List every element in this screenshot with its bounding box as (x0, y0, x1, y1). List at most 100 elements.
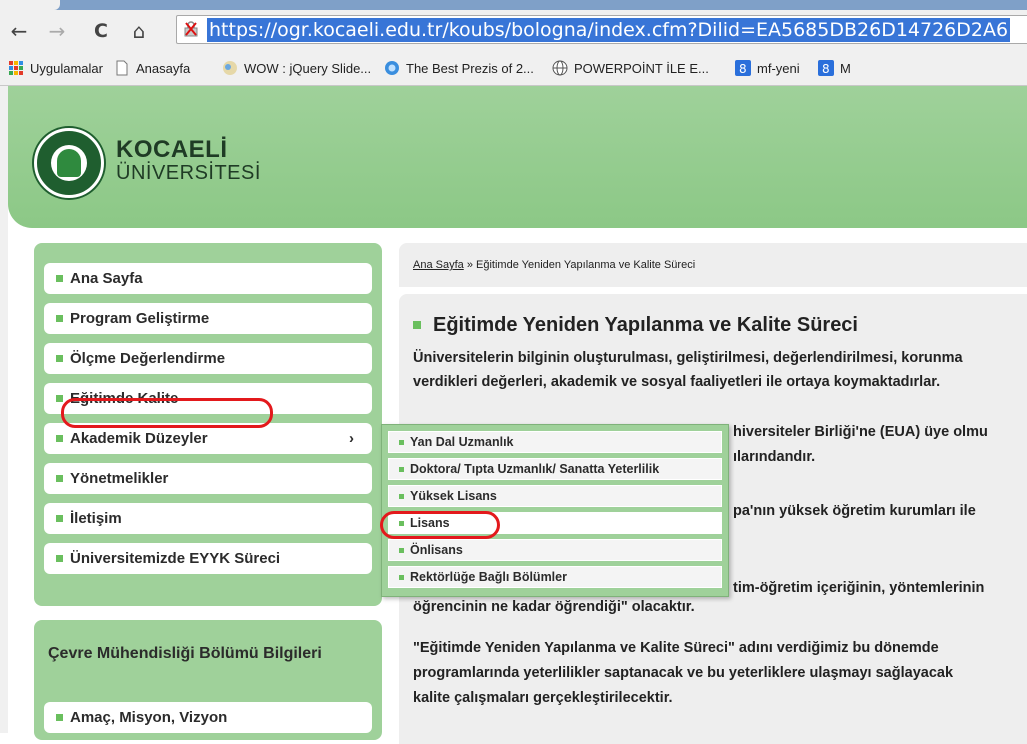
sidebar-item-iletisim[interactable]: İletişim (44, 503, 372, 534)
submenu-item-label: Doktora/ Tıpta Uzmanlık/ Sanatta Yeterli… (410, 462, 660, 476)
bookmark-apps[interactable]: Uygulamalar (8, 57, 103, 79)
sidebar-item-yonetmelikler[interactable]: Yönetmelikler (44, 463, 372, 494)
submenu-item-rektorluge-bagli[interactable]: Rektörlüğe Bağlı Bölümler (388, 566, 722, 588)
submenu-item-label: Önlisans (410, 543, 463, 557)
home-button[interactable]: ⌂ (126, 18, 152, 44)
sidebar-item-label: Amaç, Misyon, Vizyon (70, 709, 228, 726)
sidebar-item-eyyk-sureci[interactable]: Üniversitemizde EYYK Süreci (44, 543, 372, 574)
sidebar-item-amac-misyon-vizyon[interactable]: Amaç, Misyon, Vizyon (44, 702, 372, 733)
bullet-icon (399, 494, 404, 499)
bookmark-label: The Best Prezis of 2... (406, 60, 534, 76)
bullet-icon (56, 475, 63, 482)
paragraph-line: kalite çalışmaları gerçekleştirilecektir… (413, 690, 673, 706)
address-bar[interactable]: https://ogr.kocaeli.edu.tr/koubs/bologna… (176, 15, 1027, 44)
page-title-text: Eğitimde Yeniden Yapılanma ve Kalite Sür… (433, 314, 858, 336)
globe-icon (552, 60, 568, 76)
submenu-item-yan-dal[interactable]: Yan Dal Uzmanlık (388, 431, 722, 453)
bookmark-prezi[interactable]: The Best Prezis of 2... (384, 57, 534, 79)
sidebar-item-label: Akademik Düzeyler (70, 430, 208, 447)
paragraph-line: öğrencinin ne kadar öğrendiği" olacaktır… (413, 599, 695, 615)
bookmark-anasayfa[interactable]: Anasayfa (114, 57, 190, 79)
active-tab[interactable] (0, 0, 60, 10)
wow-icon (223, 61, 237, 75)
bullet-icon (399, 548, 404, 553)
bullet-icon (56, 275, 63, 282)
bookmark-label: Uygulamalar (30, 60, 103, 76)
back-button[interactable]: ← (6, 18, 32, 44)
paragraph-line: Üniversitelerin bilginin oluşturulması, … (413, 350, 963, 366)
bookmark-label: WOW : jQuery Slide... (244, 60, 372, 76)
forward-button[interactable]: → (44, 18, 70, 44)
bullet-icon (56, 435, 63, 442)
bullet-icon (56, 515, 63, 522)
svg-text:8: 8 (739, 62, 747, 76)
sidebar-item-label: Ölçme Değerlendirme (70, 350, 226, 367)
bookmark-mf-yeni[interactable]: 8 mf-yeni (735, 57, 800, 79)
bookmark-powerpoint[interactable]: POWERPOİNT İLE E... (552, 57, 709, 79)
page-icon (116, 60, 128, 76)
bullet-icon (399, 440, 404, 445)
browser-toolbar: ← → C ⌂ https://ogr.kocaeli.edu.tr/koubs… (0, 10, 1027, 50)
sidebar-item-label: Yönetmelikler (70, 470, 169, 487)
department-info-title: Çevre Mühendisliği Bölümü Bilgileri (48, 645, 322, 662)
bullet-icon (399, 467, 404, 472)
site-subtitle[interactable]: ÜNİVERSİTESİ (116, 162, 261, 185)
google-sites-icon: 8 (818, 60, 834, 76)
paragraph-line: tim-öğretim içeriğinin, yöntemlerinin (733, 580, 985, 596)
breadcrumb-current: Eğitimde Yeniden Yapılanma ve Kalite Sür… (476, 259, 696, 271)
tab-strip (0, 0, 1027, 10)
reload-button[interactable]: C (88, 18, 114, 44)
university-seal-logo[interactable] (34, 128, 104, 198)
bookmark-label: Anasayfa (136, 60, 191, 76)
sidebar-item-label: Ana Sayfa (70, 270, 143, 287)
paragraph-line: hiversiteler Birliği'ne (EUA) üye olmu (733, 424, 988, 440)
submenu-item-onlisans[interactable]: Önlisans (388, 539, 722, 561)
sidebar-item-olcme-degerlendirme[interactable]: Ölçme Değerlendirme (44, 343, 372, 374)
bookmark-label: M (840, 60, 851, 76)
apps-grid-icon (9, 61, 23, 75)
bullet-icon (56, 315, 63, 322)
insecure-lock-icon[interactable] (183, 21, 199, 37)
sidebar-item-label: Üniversitemizde EYYK Süreci (70, 550, 281, 567)
breadcrumb: Ana Sayfa » Eğitimde Yeniden Yapılanma v… (413, 259, 695, 271)
bookmarks-bar: Uygulamalar Anasayfa WOW : jQuery Slide.… (0, 50, 1027, 86)
paragraph-line: ılarındandır. (733, 449, 816, 465)
paragraph-line: pa'nın yüksek öğretim kurumları ile (733, 503, 976, 519)
web-page: KOCAELİ ÜNİVERSİTESİ Ana Sayfa Program G… (0, 86, 1027, 744)
bullet-icon (413, 321, 421, 329)
bullet-icon (56, 355, 63, 362)
submenu-item-label: Yüksek Lisans (410, 489, 497, 503)
bullet-icon (399, 575, 404, 580)
sidebar-item-label: İletişim (70, 510, 122, 527)
url-text[interactable]: https://ogr.kocaeli.edu.tr/koubs/bologna… (207, 18, 1011, 42)
page-title: Eğitimde Yeniden Yapılanma ve Kalite Sür… (413, 314, 858, 337)
paragraph-line: "Eğitimde Yeniden Yapılanma ve Kalite Sü… (413, 640, 939, 656)
chevron-right-icon: › (349, 430, 354, 447)
sidebar-item-program-gelistirme[interactable]: Program Geliştirme (44, 303, 372, 334)
google-sites-icon: 8 (735, 60, 751, 76)
bookmark-wow[interactable]: WOW : jQuery Slide... (222, 57, 371, 79)
submenu-item-label: Yan Dal Uzmanlık (410, 435, 514, 449)
breadcrumb-box: Ana Sayfa » Eğitimde Yeniden Yapılanma v… (399, 243, 1027, 287)
site-header: KOCAELİ ÜNİVERSİTESİ (8, 86, 1027, 228)
bookmark-label: mf-yeni (757, 60, 800, 76)
sidebar-item-ana-sayfa[interactable]: Ana Sayfa (44, 263, 372, 294)
paragraph-line: verdikleri değerleri, akademik ve sosyal… (413, 374, 941, 390)
site-title[interactable]: KOCAELİ (116, 136, 228, 164)
paragraph-line: programlarında yeterlilikler saptanacak … (413, 665, 954, 681)
submenu-item-label: Rektörlüğe Bağlı Bölümler (410, 570, 567, 584)
bullet-icon (56, 395, 63, 402)
prezi-icon (385, 61, 399, 75)
bookmark-label: POWERPOİNT İLE E... (574, 60, 709, 76)
bullet-icon (56, 555, 63, 562)
breadcrumb-home-link[interactable]: Ana Sayfa (413, 259, 464, 271)
breadcrumb-separator: » (466, 259, 473, 271)
annotation-circle-lisans (380, 511, 500, 539)
sidebar-item-label: Program Geliştirme (70, 310, 210, 327)
bullet-icon (56, 714, 63, 721)
svg-text:8: 8 (822, 62, 830, 76)
bookmark-m[interactable]: 8 M (818, 57, 851, 79)
annotation-circle-akademik-duzeyler (61, 398, 273, 428)
submenu-item-doktora[interactable]: Doktora/ Tıpta Uzmanlık/ Sanatta Yeterli… (388, 458, 722, 480)
submenu-item-yuksek-lisans[interactable]: Yüksek Lisans (388, 485, 722, 507)
